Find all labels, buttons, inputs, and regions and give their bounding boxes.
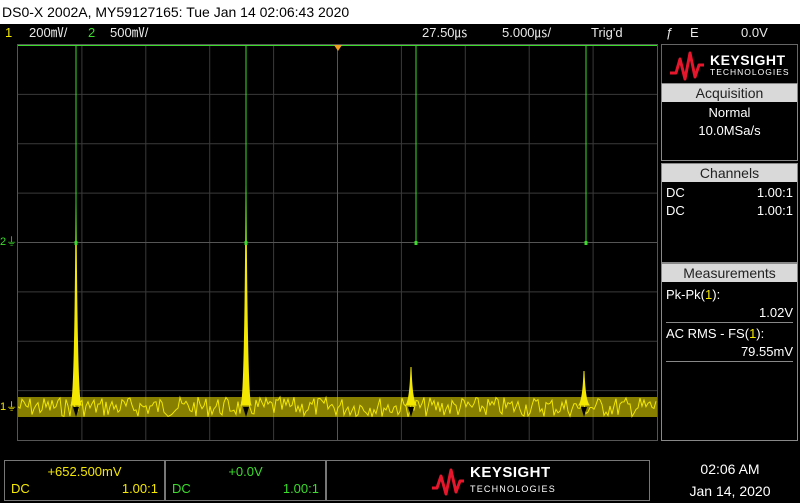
channel-1-coupling: DC [666,185,685,200]
channels-panel[interactable]: Channels DC 1.00:1 DC 1.00:1 [661,163,798,263]
side-panel: KEYSIGHT TECHNOLOGIES Acquisition Normal… [661,44,800,441]
ch1-scale[interactable]: 200㎷/ [29,24,67,42]
ground-icon: ⏚ [6,236,18,248]
measurement-label: Pk-Pk(1): [662,286,797,304]
channel-1-probe: 1.00:1 [756,185,793,200]
ch1-ground-marker[interactable]: 1⏚ [0,400,18,414]
ch2-offset: +0.0V [228,464,263,479]
ch1-coupling: DC [11,481,30,496]
measurement-suffix: ): [712,287,721,302]
channel-2-probe: 1.00:1 [756,203,793,218]
measurement-value: 79.55mV [666,343,793,362]
ch1-number[interactable]: 1 [5,24,12,42]
trigger-edge-icon[interactable]: ƒ [666,24,673,42]
time-offset[interactable]: 27.50㎲ [422,24,468,42]
ch2-probe: 1.00:1 [282,481,319,496]
graticule [18,45,657,440]
ch1-probe: 1.00:1 [121,481,158,496]
measurement-name: Pk-Pk( [666,287,705,302]
waveform-display[interactable] [17,44,658,441]
measurement-value: 1.02V [666,304,793,323]
channels-header: Channels [662,164,797,182]
ch2-ground-marker[interactable]: 2⏚ [0,235,18,249]
ch1-offset: +652.500mV [47,464,122,479]
channel-row-1: DC 1.00:1 [662,184,797,202]
brand-name: KEYSIGHT [710,52,786,68]
trigger-level[interactable]: 0.0V [741,24,768,42]
brand-logo: KEYSIGHT TECHNOLOGIES [661,44,798,84]
channel-2-coupling: DC [666,203,685,218]
measurements-header: Measurements [662,264,797,282]
trigger-position-marker[interactable] [334,45,342,51]
ch2-scale[interactable]: 500㎷/ [110,24,148,42]
ground-icon: ⏚ [6,401,18,413]
keysight-wave-icon [432,468,464,496]
channel-row-2: DC 1.00:1 [662,202,797,220]
waveform-canvas [18,45,657,440]
ch2-softkey[interactable]: +0.0V DC 1.00:1 [165,460,326,501]
clock-time: 02:06 AM [700,461,760,477]
timebase-scale[interactable]: 5.000㎲/ [502,24,551,42]
trigger-state: Trig'd [591,25,623,40]
keysight-wave-icon [670,51,704,81]
brand-sub: TECHNOLOGIES [710,67,790,77]
brand-name: KEYSIGHT [470,464,551,481]
ch2-number[interactable]: 2 [88,24,95,42]
ch1-softkey[interactable]: +652.500mV DC 1.00:1 [4,460,165,501]
measurement-label: AC RMS - FS(1): [662,325,797,343]
ch2-coupling: DC [172,481,191,496]
acquisition-mode: Normal [708,105,751,120]
bottom-bar: +652.500mV DC 1.00:1 +0.0V DC 1.00:1 KEY… [0,459,800,503]
measurement-name: AC RMS - FS( [666,326,750,341]
clock-date: Jan 14, 2020 [689,483,771,499]
acquisition-rate: 10.0MSa/s [698,123,761,138]
status-bar: 1 200㎷/ 2 500㎷/ 27.50㎲ 5.000㎲/ Trig'd ƒ … [0,24,800,42]
acquisition-header: Acquisition [662,84,797,102]
acquisition-panel[interactable]: Acquisition Normal 10.0MSa/s [661,83,798,161]
measurement-suffix: ): [756,326,765,341]
trigger-mode[interactable]: E [690,24,699,42]
window-title: DS0-X 2002A, MY59127165: Tue Jan 14 02:0… [0,0,800,24]
measurements-panel[interactable]: Measurements Pk-Pk(1): 1.02V AC RMS - FS… [661,263,798,441]
brand-sub: TECHNOLOGIES [470,484,556,494]
